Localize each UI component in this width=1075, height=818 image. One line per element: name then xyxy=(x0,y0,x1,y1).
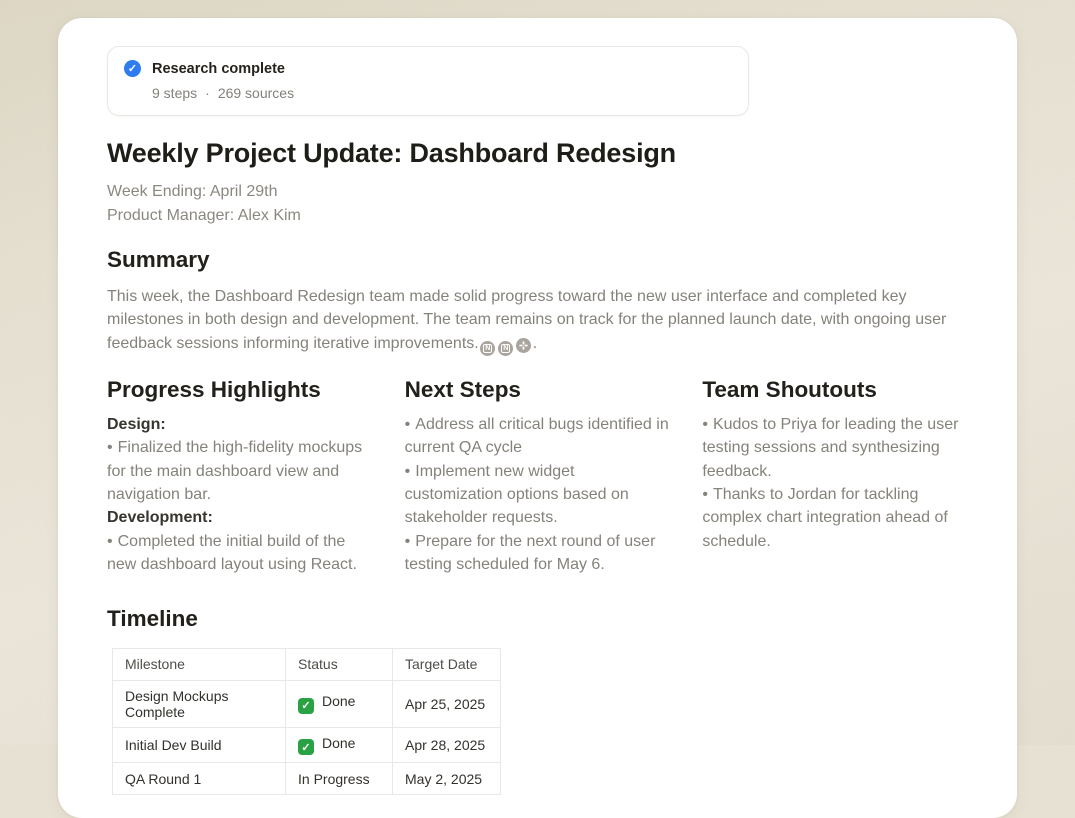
bullet-item: •Finalized the high-fidelity mockups for… xyxy=(107,436,375,506)
notion-source-icon[interactable]: N xyxy=(480,341,495,356)
table-row: QA Round 1 In Progress May 2, 2025 xyxy=(113,763,501,795)
date-cell: Apr 25, 2025 xyxy=(393,680,501,727)
bullet-item: •Implement new widget customization opti… xyxy=(405,460,673,530)
next-steps-heading: Next Steps xyxy=(405,376,673,403)
progress-highlights-heading: Progress Highlights xyxy=(107,376,375,403)
week-ending-line: Week Ending: April 29th xyxy=(107,180,970,204)
research-status-label: Research complete xyxy=(152,61,285,77)
timeline-heading: Timeline xyxy=(107,605,970,632)
status-cell: ✓Done xyxy=(286,680,393,727)
product-manager-line: Product Manager: Alex Kim xyxy=(107,204,970,228)
date-cell: May 2, 2025 xyxy=(393,763,501,795)
status-cell: In Progress xyxy=(286,763,393,795)
development-label: Development: xyxy=(107,506,375,529)
document-card: ✓ Research complete 9 steps · 269 source… xyxy=(58,18,1017,818)
table-row: Design Mockups Complete ✓Done Apr 25, 20… xyxy=(113,680,501,727)
slack-source-icon[interactable] xyxy=(516,338,531,353)
team-shoutouts-heading: Team Shoutouts xyxy=(702,376,970,403)
check-circle-icon: ✓ xyxy=(124,60,141,77)
timeline-table: Milestone Status Target Date Design Mock… xyxy=(112,648,501,796)
design-label: Design: xyxy=(107,413,375,436)
done-checkbox-icon: ✓ xyxy=(298,739,314,755)
done-checkbox-icon: ✓ xyxy=(298,698,314,714)
dot-separator: · xyxy=(205,85,210,101)
bullet-item: •Kudos to Priya for leading the user tes… xyxy=(702,413,970,483)
table-header-row: Milestone Status Target Date xyxy=(113,648,501,680)
timeline-section: Timeline Milestone Status Target Date De… xyxy=(107,605,970,796)
notion-source-icon[interactable]: N xyxy=(498,341,513,356)
doc-meta: Week Ending: April 29th Product Manager:… xyxy=(107,180,970,227)
status-header: Status xyxy=(286,648,393,680)
research-status-card[interactable]: ✓ Research complete 9 steps · 269 source… xyxy=(107,46,749,116)
target-date-header: Target Date xyxy=(393,648,501,680)
slack-glyph xyxy=(519,341,528,350)
summary-section: Summary This week, the Dashboard Redesig… xyxy=(107,246,970,356)
summary-paragraph: This week, the Dashboard Redesign team m… xyxy=(107,285,970,356)
bullet-item: •Completed the initial build of the new … xyxy=(107,530,375,577)
bullet-item: •Prepare for the next round of user test… xyxy=(405,530,673,577)
page-title: Weekly Project Update: Dashboard Redesig… xyxy=(107,138,970,168)
progress-highlights-column: Progress Highlights Design: •Finalized t… xyxy=(107,376,375,577)
summary-heading: Summary xyxy=(107,246,970,273)
bullet-item: •Address all critical bugs identified in… xyxy=(405,413,673,460)
three-column-section: Progress Highlights Design: •Finalized t… xyxy=(107,376,970,577)
bullet-item: •Thanks to Jordan for tackling complex c… xyxy=(702,483,970,553)
steps-count: 9 steps xyxy=(152,85,197,101)
milestone-cell: Design Mockups Complete xyxy=(113,680,286,727)
milestone-header: Milestone xyxy=(113,648,286,680)
milestone-cell: QA Round 1 xyxy=(113,763,286,795)
summary-period: . xyxy=(533,335,537,352)
research-meta: 9 steps · 269 sources xyxy=(152,85,732,101)
sources-count[interactable]: 269 sources xyxy=(218,85,294,101)
next-steps-column: Next Steps •Address all critical bugs id… xyxy=(405,376,673,577)
team-shoutouts-column: Team Shoutouts •Kudos to Priya for leadi… xyxy=(702,376,970,577)
